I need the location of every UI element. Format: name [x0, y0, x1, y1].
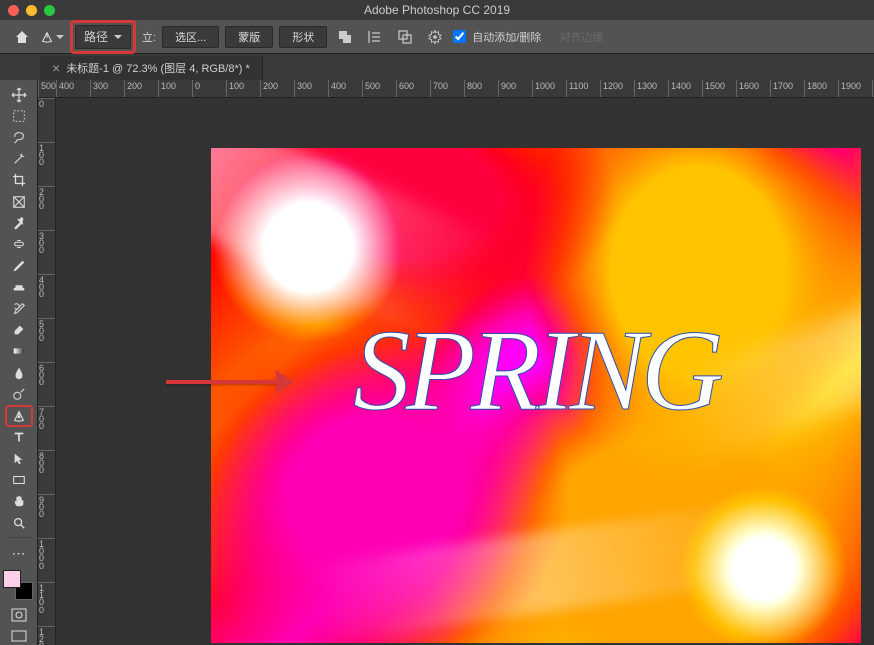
ruler-tick-label: 1100 [39, 585, 44, 614]
ruler-tick-label: 900 [501, 81, 516, 91]
pen-tool[interactable] [5, 405, 33, 427]
tools-panel: ⋯ [0, 80, 38, 645]
options-bar: 路径 立: 选区... 蒙版 形状 自动添加/删除 对齐边缘 [0, 20, 874, 54]
document-canvas[interactable]: SPRING [211, 148, 861, 643]
ruler-tick-label: 400 [59, 81, 74, 91]
ruler-vertical[interactable]: 0 100 200 300 400 500 600 700 800 900 1000 1100 1200… [38, 98, 56, 645]
titlebar: Adobe Photoshop CC 2019 [0, 0, 874, 20]
make-selection-button[interactable]: 选区... [162, 26, 219, 48]
auto-add-delete-input[interactable] [453, 30, 466, 43]
ruler-tick-label: 100 [161, 81, 176, 91]
ruler-tick-label: 1900 [841, 81, 861, 91]
ruler-tick-label: 0 [195, 81, 200, 91]
path-arrange-icon[interactable] [393, 25, 417, 49]
move-tool[interactable] [5, 84, 33, 105]
foreground-color-swatch[interactable] [3, 570, 21, 588]
canvas-area[interactable]: SPRING [56, 98, 874, 645]
align-edges-label: 对齐边缘 [559, 29, 603, 45]
lasso-tool[interactable] [5, 127, 33, 148]
brush-tool[interactable] [5, 255, 33, 276]
eraser-tool[interactable] [5, 319, 33, 340]
chevron-down-icon [114, 35, 122, 39]
ruler-tick-label: 400 [39, 277, 44, 299]
ruler-tick-label: 600 [39, 365, 44, 387]
ruler-tick-label: 100 [39, 145, 44, 167]
ruler-tick-label: 0 [39, 101, 44, 108]
ruler-tick-label: 700 [39, 409, 44, 431]
blur-tool[interactable] [5, 362, 33, 383]
toolbar-divider [6, 537, 32, 538]
mode-dropdown[interactable]: 路径 [75, 25, 131, 49]
make-shape-button[interactable]: 形状 [279, 26, 327, 48]
ruler-tick-label: 1200 [603, 81, 623, 91]
ruler-tick-label: 200 [127, 81, 142, 91]
ruler-tick-label: 200 [263, 81, 278, 91]
gradient-tool[interactable] [5, 341, 33, 362]
crop-tool[interactable] [5, 170, 33, 191]
type-tool[interactable] [5, 427, 33, 448]
document-tab[interactable]: × 未标题-1 @ 72.3% (图层 4, RGB/8*) * [40, 56, 263, 80]
ruler-tick-label: 1100 [569, 81, 588, 91]
ruler-tick-label: 500 [41, 81, 56, 91]
ruler-tick-label: 500 [39, 321, 44, 343]
path-op-combine-icon[interactable] [333, 25, 357, 49]
ruler-tick-label: 1400 [671, 81, 691, 91]
ruler-tick-label: 1300 [637, 81, 657, 91]
ruler-tick-label: 300 [297, 81, 312, 91]
gear-icon[interactable] [423, 25, 447, 49]
mode-dropdown-highlight: 路径 [70, 20, 136, 54]
frame-tool[interactable] [5, 191, 33, 212]
ruler-tick-label: 200 [39, 189, 44, 211]
screen-mode-button[interactable] [7, 626, 31, 645]
eyedropper-tool[interactable] [5, 212, 33, 233]
ruler-tick-label: 300 [39, 233, 44, 255]
color-swatches[interactable] [3, 570, 35, 600]
marquee-tool[interactable] [5, 105, 33, 126]
ruler-tick-label: 100 [229, 81, 244, 91]
auto-add-delete-checkbox[interactable]: 自动添加/删除 [453, 29, 541, 45]
ruler-tick-label: 1600 [739, 81, 759, 91]
path-selection-tool[interactable] [5, 448, 33, 469]
document-tabs: × 未标题-1 @ 72.3% (图层 4, RGB/8*) * [0, 54, 874, 80]
ruler-tick-label: 1800 [807, 81, 827, 91]
app-title: Adobe Photoshop CC 2019 [0, 3, 874, 17]
clone-stamp-tool[interactable] [5, 277, 33, 298]
zoom-tool[interactable] [5, 512, 33, 533]
ruler-tick-label: 800 [467, 81, 482, 91]
ruler-tick-label: 900 [39, 497, 44, 519]
magic-wand-tool[interactable] [5, 148, 33, 169]
dodge-tool[interactable] [5, 383, 33, 404]
ruler-tick-label: 1500 [705, 81, 725, 91]
ruler-tick-label: 700 [433, 81, 448, 91]
ruler-tick-label: 1700 [773, 81, 793, 91]
document-tab-title: 未标题-1 @ 72.3% (图层 4, RGB/8*) * [66, 60, 250, 76]
ruler-tick-label: 600 [399, 81, 414, 91]
ruler-tick-label: 500 [365, 81, 380, 91]
ruler-tick-label: 1000 [535, 81, 555, 91]
path-align-icon[interactable] [363, 25, 387, 49]
canvas-text-layer: SPRING [211, 305, 861, 437]
active-tool-icon[interactable] [40, 25, 64, 49]
ruler-tick-label: 1000 [39, 541, 44, 570]
healing-brush-tool[interactable] [5, 234, 33, 255]
ruler-tick-label: 800 [39, 453, 44, 475]
make-label: 立: [142, 29, 156, 45]
rectangle-tool[interactable] [5, 469, 33, 490]
quick-mask-toggle[interactable] [7, 606, 31, 625]
history-brush-tool[interactable] [5, 298, 33, 319]
edit-toolbar-button[interactable]: ⋯ [5, 542, 33, 563]
home-icon[interactable] [10, 25, 34, 49]
make-mask-button[interactable]: 蒙版 [225, 26, 273, 48]
ruler-tick-label: 300 [93, 81, 108, 91]
chevron-down-icon [56, 35, 64, 39]
ruler-horizontal[interactable]: 5004003002001000100200300400500600700800… [38, 80, 874, 98]
hand-tool[interactable] [5, 491, 33, 512]
ruler-tick-label: 400 [331, 81, 346, 91]
mode-dropdown-label: 路径 [84, 28, 108, 45]
ruler-tick-label: 1200 [39, 629, 44, 645]
close-tab-icon[interactable]: × [52, 60, 60, 76]
